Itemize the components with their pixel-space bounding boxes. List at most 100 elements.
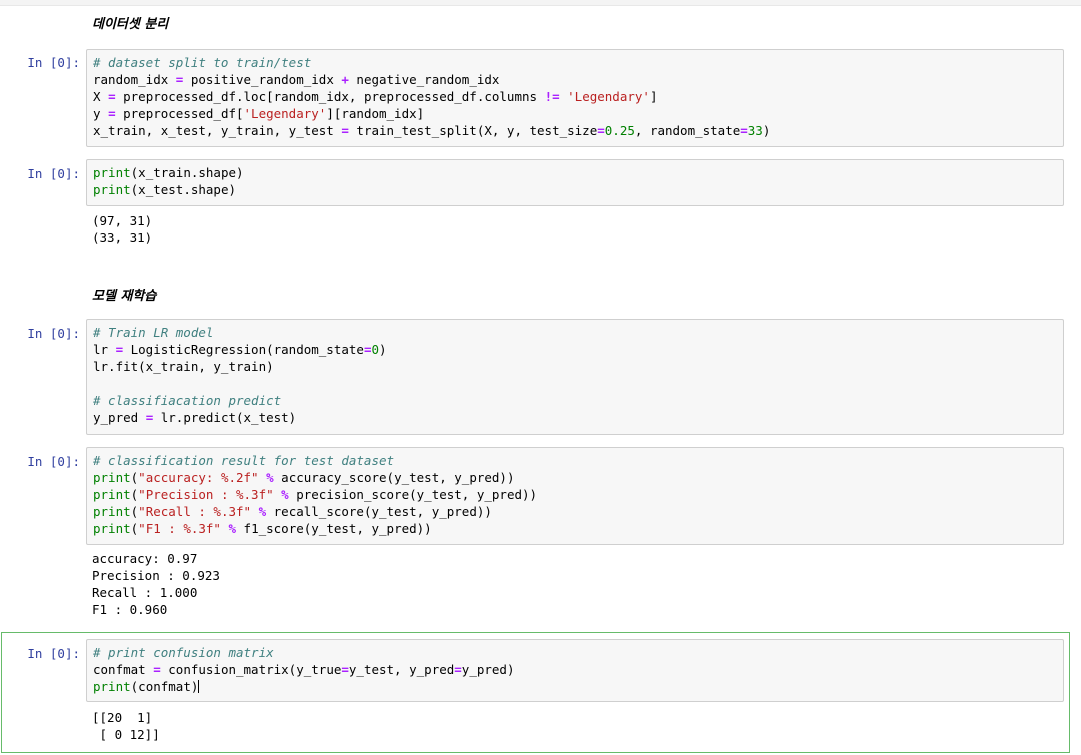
code-token: print — [93, 487, 131, 502]
output-shape: (97, 31) (33, 31) — [92, 212, 152, 246]
code-token: 33 — [747, 123, 763, 138]
output-line: [[20 1] — [92, 710, 153, 725]
code-token: preprocessed_df[ — [115, 106, 244, 121]
code-token: = — [341, 662, 349, 677]
code-token: print — [93, 679, 131, 694]
cell-prompt: In [0]: — [27, 454, 80, 469]
code-token: accuracy_score(y_test, y_pred)) — [273, 470, 515, 485]
code-token: # print confusion matrix — [93, 645, 274, 660]
code-token: != — [544, 89, 560, 104]
code-token: 'Legendary' — [567, 89, 650, 104]
code-token: confmat — [93, 662, 154, 677]
output-line: (97, 31) — [92, 213, 153, 228]
cell-prompt: In [0]: — [27, 646, 80, 661]
output-metrics: accuracy: 0.97 Precision : 0.923 Recall : … — [92, 550, 220, 618]
code-token: print — [93, 504, 131, 519]
code-token: f1_score(y_test, y_pred)) — [236, 521, 432, 536]
code-token: 0.25 — [604, 123, 635, 138]
code-line: lr.fit(x_train, y_train) — [93, 358, 1057, 375]
code-token: LogisticRegression(random_state — [123, 342, 364, 357]
code-token: x_train, x_test, y_train, y_test — [93, 123, 342, 138]
code-token: = — [740, 123, 748, 138]
top-divider — [0, 0, 1081, 6]
code-line: x_train, x_test, y_train, y_test = train… — [93, 122, 1057, 139]
code-line: print(confmat) — [93, 678, 1057, 695]
code-token: y_pred) — [461, 662, 515, 677]
code-line: print("Precision : %.3f" % precision_sco… — [93, 486, 1057, 503]
code-token: % — [281, 487, 289, 502]
code-token: (x_test.shape) — [130, 182, 236, 197]
code-line: print("accuracy: %.2f" % accuracy_score(… — [93, 469, 1057, 486]
code-token: lr.predict(x_test) — [153, 410, 297, 425]
code-token: y — [93, 106, 109, 121]
code-token: recall_score(y_test, y_pred)) — [266, 504, 492, 519]
output-confusion: [[20 1] [ 0 12]] — [92, 709, 160, 743]
output-line: Precision : 0.923 — [92, 568, 220, 583]
code-token: # classification result for test dataset — [93, 453, 395, 468]
heading-dataset-split: 데이터셋 분리 — [92, 17, 169, 32]
code-token: X — [93, 89, 109, 104]
code-line: # Train LR model — [93, 324, 1057, 341]
code-token: = — [153, 662, 161, 677]
code-line: X = preprocessed_df.loc[random_idx, prep… — [93, 88, 1057, 105]
code-token: = — [597, 123, 605, 138]
output-line: F1 : 0.960 — [92, 602, 168, 617]
code-token: (confmat) — [130, 679, 199, 694]
code-line: # classifiacation predict — [93, 392, 1057, 409]
output-line: [ 0 12]] — [92, 727, 160, 742]
code-token: # classifiacation predict — [93, 393, 282, 408]
code-cell-shape[interactable]: print(x_train.shape) print(x_test.shape) — [86, 159, 1064, 206]
text-cursor — [198, 680, 200, 693]
code-token: ][random_idx] — [326, 106, 425, 121]
code-token: print — [93, 182, 131, 197]
code-token: print — [93, 470, 131, 485]
code-token: (x_train.shape) — [130, 165, 244, 180]
code-token: = — [108, 106, 116, 121]
code-cell-train[interactable]: # Train LR model lr = LogisticRegression(… — [86, 319, 1064, 435]
code-token: lr — [93, 342, 116, 357]
code-token: print — [93, 521, 131, 536]
output-line: (33, 31) — [92, 230, 153, 245]
code-token: y_test, y_pred — [348, 662, 455, 677]
output-line: accuracy: 0.97 — [92, 551, 198, 566]
code-token: precision_score(y_test, y_pred)) — [288, 487, 538, 502]
code-token: ) — [379, 342, 387, 357]
code-token: = — [341, 123, 349, 138]
code-cell-split[interactable]: # dataset split to train/test random_idx … — [86, 49, 1064, 147]
code-token: "Recall : %.3f" — [138, 504, 252, 519]
code-token: train_test_split(X, y, test_size — [348, 123, 598, 138]
code-line: print(x_train.shape) — [93, 164, 1057, 181]
code-token: negative_random_idx — [348, 72, 500, 87]
code-token: print — [93, 165, 131, 180]
code-line: print("F1 : %.3f" % f1_score(y_test, y_p… — [93, 520, 1057, 537]
code-token: # Train LR model — [93, 325, 214, 340]
output-line: Recall : 1.000 — [92, 585, 198, 600]
code-line: y_pred = lr.predict(x_test) — [93, 409, 1057, 426]
code-cell-confusion[interactable]: # print confusion matrix confmat = confus… — [86, 639, 1064, 702]
code-line: print("Recall : %.3f" % recall_score(y_t… — [93, 503, 1057, 520]
code-token: 'Legendary' — [243, 106, 327, 121]
code-token: preprocessed_df.loc[random_idx, preproce… — [115, 89, 545, 104]
code-token: random_idx — [93, 72, 176, 87]
code-token: % — [258, 504, 267, 519]
code-cell-metrics[interactable]: # classification result for test dataset… — [86, 447, 1064, 545]
code-line: # print confusion matrix — [93, 644, 1057, 661]
heading-retrain: 모델 재학습 — [92, 289, 157, 304]
code-token: % — [266, 470, 274, 485]
code-token: + — [341, 72, 349, 87]
code-token: "Precision : %.3f" — [138, 487, 274, 502]
cell-prompt: In [0]: — [27, 55, 80, 70]
code-token: y_pred — [93, 410, 146, 425]
cell-prompt: In [0]: — [27, 326, 80, 341]
code-token: ) — [762, 123, 771, 138]
code-token: confusion_matrix(y_true — [160, 662, 342, 677]
code-token: lr.fit(x_train, y_train) — [93, 359, 274, 374]
code-token: = — [108, 89, 116, 104]
code-token: = — [454, 662, 462, 677]
code-line: lr = LogisticRegression(random_state=0) — [93, 341, 1057, 358]
code-line: random_idx = positive_random_idx + negat… — [93, 71, 1057, 88]
code-token: % — [228, 521, 237, 536]
